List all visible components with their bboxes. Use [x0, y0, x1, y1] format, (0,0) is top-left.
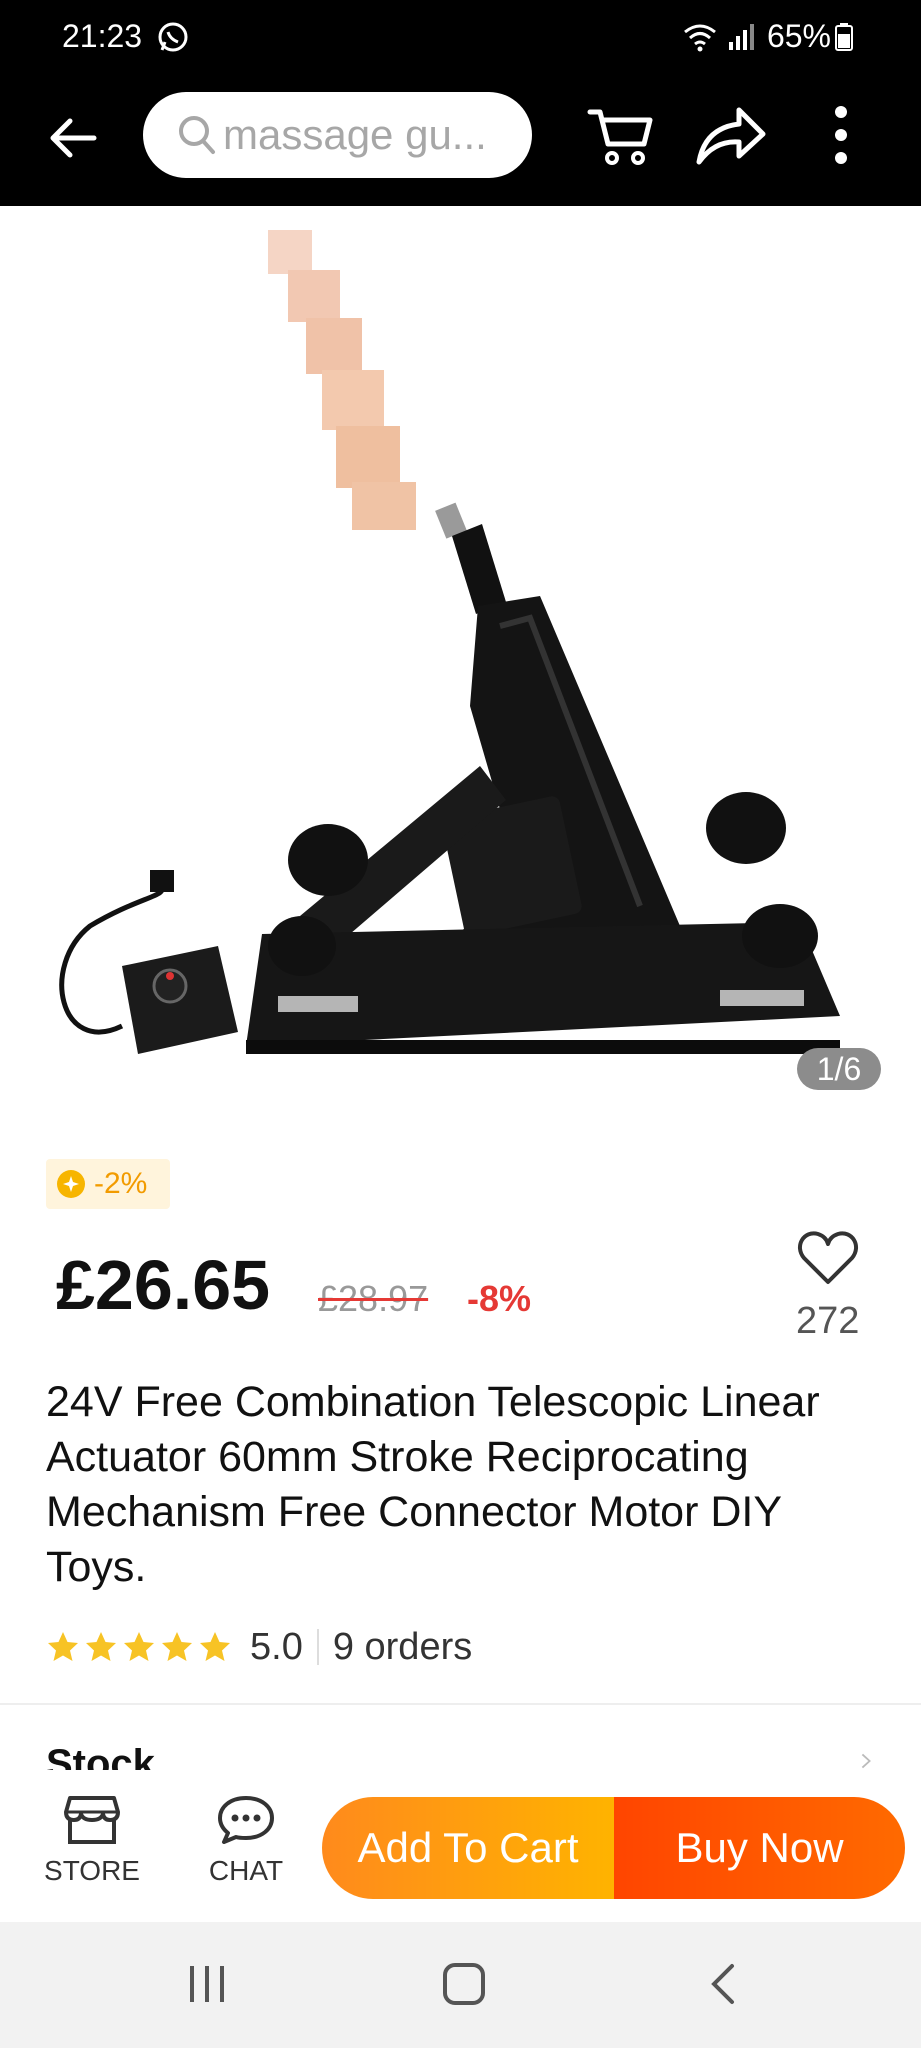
- status-time: 21:23: [62, 18, 143, 54]
- whatsapp-icon: [158, 22, 188, 52]
- wifi-icon: [684, 24, 716, 51]
- section-divider: [0, 1703, 921, 1705]
- system-back-icon[interactable]: [708, 1962, 736, 2006]
- original-price: £28.97: [318, 1278, 429, 1319]
- signal-icon: [728, 23, 754, 50]
- store-button[interactable]: STORE: [40, 1794, 144, 1894]
- battery-icon: [835, 22, 853, 51]
- star-icon: [124, 1632, 154, 1661]
- rating-row[interactable]: 5.0 9 orders: [46, 1625, 472, 1669]
- blurred-attachment: [268, 230, 416, 530]
- store-label: STORE: [44, 1855, 140, 1886]
- buy-now-button[interactable]: Buy Now: [614, 1797, 905, 1899]
- product-detail-screen: 21:23 65% massage gu... 1/6 -2% £26.65 £…: [0, 0, 921, 2048]
- search-input[interactable]: massage gu...: [143, 92, 532, 178]
- heart-icon[interactable]: [796, 1228, 860, 1288]
- star-icon: [48, 1632, 78, 1661]
- more-vertical-icon[interactable]: [826, 102, 856, 168]
- star-icon: [162, 1632, 192, 1661]
- coin-discount-badge[interactable]: -2%: [46, 1159, 170, 1209]
- wishlist-count: 272: [796, 1300, 860, 1342]
- current-price: £26.65: [56, 1246, 271, 1324]
- coin-icon: [57, 1170, 85, 1198]
- status-bar: 21:23 65%: [0, 0, 921, 78]
- image-counter: 1/6: [797, 1048, 881, 1090]
- share-icon[interactable]: [695, 100, 767, 170]
- chat-icon: [218, 1796, 274, 1844]
- chat-button[interactable]: CHAT: [196, 1794, 296, 1894]
- product-title: 24V Free Combination Telescopic Linear A…: [46, 1378, 820, 1591]
- rating-divider: [316, 1629, 319, 1665]
- search-placeholder: massage gu...: [223, 111, 487, 158]
- product-image[interactable]: [0, 206, 921, 1106]
- battery-percent: 65%: [766, 18, 831, 54]
- status-right: 65%: [683, 18, 863, 55]
- system-nav-bar: [0, 1922, 921, 2048]
- coin-discount-label: -2%: [94, 1167, 148, 1200]
- top-nav: massage gu...: [0, 78, 921, 206]
- search-icon: [179, 116, 215, 154]
- cart-icon[interactable]: [586, 100, 656, 170]
- add-to-cart-button[interactable]: Add To Cart: [322, 1797, 614, 1899]
- store-icon: [64, 1796, 120, 1844]
- speed-controller: [59, 870, 238, 1054]
- star-rating: [46, 1630, 236, 1664]
- rating-value: 5.0: [250, 1625, 303, 1668]
- back-arrow-icon[interactable]: [44, 108, 104, 168]
- orders-count: 9 orders: [332, 1625, 473, 1668]
- star-icon: [200, 1632, 230, 1661]
- bottom-action-bar: STORE CHAT Add To Cart Buy Now: [0, 1770, 921, 1922]
- discount-percent: -8%: [467, 1278, 532, 1319]
- recent-apps-icon[interactable]: [186, 1964, 228, 2004]
- home-icon[interactable]: [442, 1962, 486, 2006]
- chat-label: CHAT: [208, 1855, 284, 1886]
- chevron-right-icon[interactable]: [856, 1752, 876, 1770]
- purchase-buttons: Add To Cart Buy Now: [322, 1797, 905, 1899]
- stock-section-label[interactable]: Stock: [46, 1742, 155, 1770]
- star-icon: [86, 1632, 116, 1661]
